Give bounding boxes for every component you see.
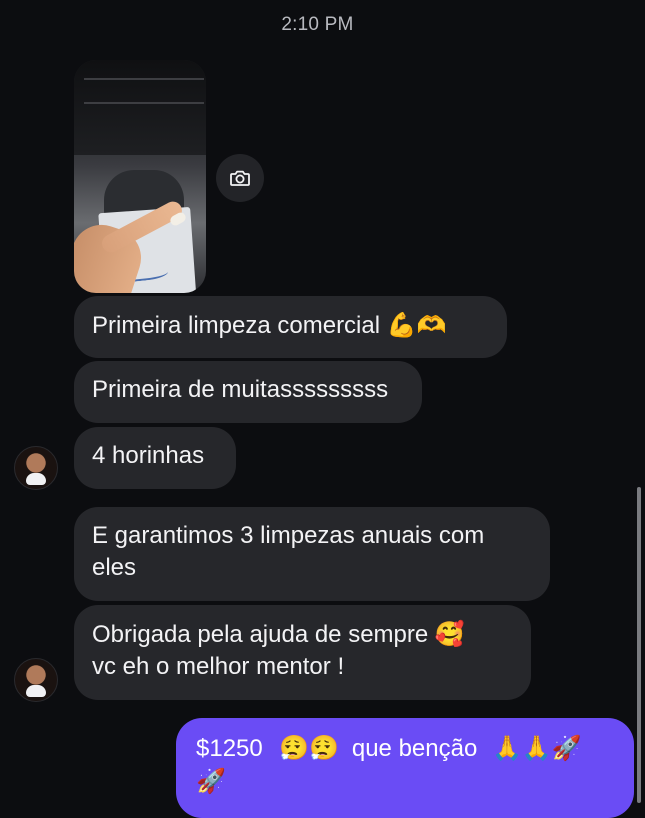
message-bubble[interactable]: 4 horinhas (74, 427, 236, 489)
photo-detail (84, 78, 204, 80)
message-timestamp: 2:10 PM (281, 14, 354, 35)
sender-avatar[interactable] (14, 658, 58, 702)
outgoing-emoji: 🚀 (196, 767, 226, 795)
photo-attachment[interactable] (74, 60, 206, 293)
message-text-line2: vc eh o melhor mentor ! (92, 653, 345, 680)
message-emoji: 💪🫶 (386, 311, 447, 339)
outgoing-text: que benção (351, 735, 478, 762)
camera-button[interactable] (216, 154, 264, 202)
outgoing-message-bubble[interactable]: $1250 😮‍💨😮‍💨 que benção 🙏🙏🚀 🚀 (176, 718, 634, 818)
message-bubble[interactable]: E garantimos 3 limpezas anuais com eles (74, 507, 550, 601)
camera-icon (230, 170, 250, 186)
message-text: Obrigada pela ajuda de sempre (92, 621, 429, 648)
message-emoji: 🥰 (434, 620, 465, 648)
photo-car-dashboard (74, 60, 206, 155)
message-text: Primeira limpeza comercial (92, 312, 381, 339)
outgoing-emoji: 😮‍💨😮‍💨 (279, 734, 340, 762)
scrollbar[interactable] (637, 487, 641, 803)
outgoing-emoji: 🙏🙏🚀 (491, 734, 582, 762)
message-bubble[interactable]: Primeira de muitasssssssss (74, 361, 422, 423)
message-text: 4 horinhas (92, 442, 205, 469)
photo-detail (84, 102, 204, 104)
outgoing-amount: $1250 (196, 735, 263, 762)
message-bubble[interactable]: Primeira limpeza comercial 💪🫶 (74, 296, 507, 358)
sender-avatar[interactable] (14, 446, 58, 490)
message-text: E garantimos 3 limpezas anuais com eles (92, 522, 485, 581)
message-bubble[interactable]: Obrigada pela ajuda de sempre 🥰 vc eh o … (74, 605, 531, 700)
message-text: Primeira de muitasssssssss (92, 376, 389, 403)
